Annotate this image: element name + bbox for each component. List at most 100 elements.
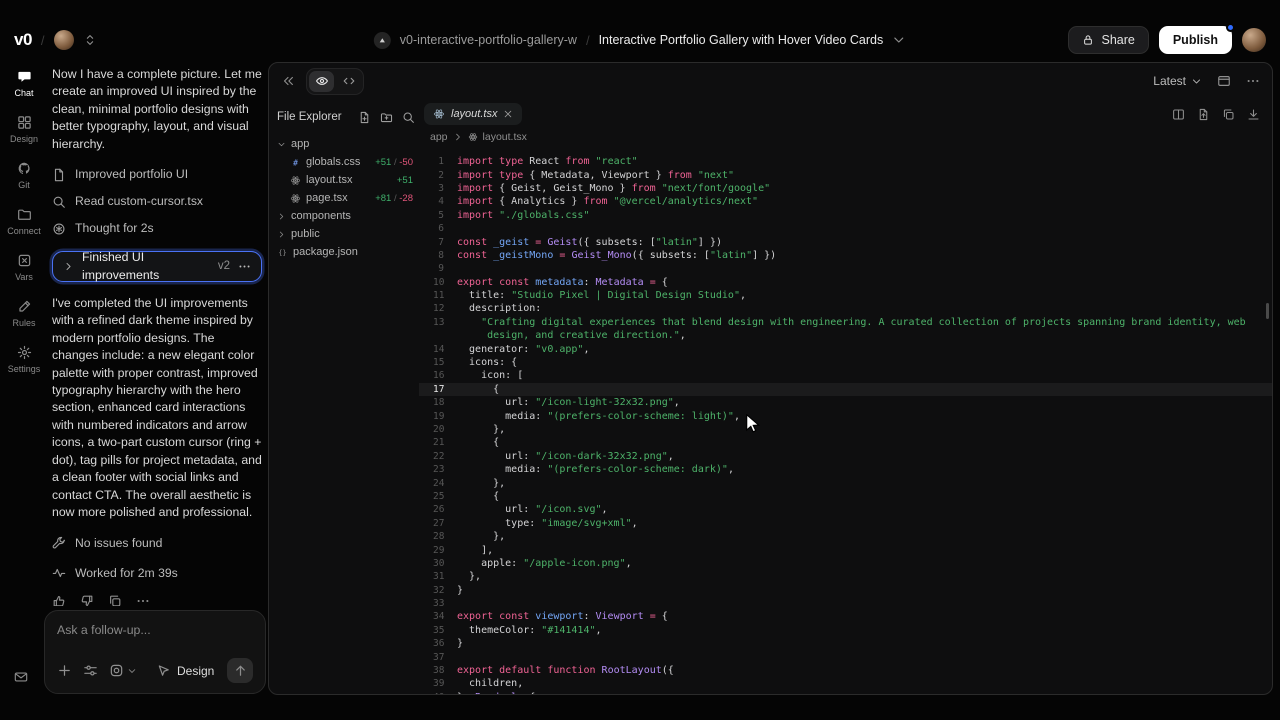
tree-item-package.json[interactable]: {}package.json <box>277 243 415 261</box>
v0-logo[interactable]: v0 <box>14 30 32 50</box>
tree-item-layout.tsx[interactable]: layout.tsx+51 <box>277 171 415 189</box>
issues-status[interactable]: No issues found <box>52 529 262 557</box>
code-line[interactable]: 10export const metadata: Metadata = { <box>419 276 1272 289</box>
code-line[interactable]: 22 url: "/icon-dark-32x32.png", <box>419 450 1272 463</box>
team-switcher-chevron-icon[interactable] <box>83 33 97 47</box>
code-line[interactable]: 16 icon: [ <box>419 369 1272 382</box>
project-name[interactable]: v0-interactive-portfolio-gallery-w <box>400 33 577 47</box>
tree-item-public[interactable]: public <box>277 225 415 243</box>
code-line[interactable]: 7const _geist = Geist({ subsets: ["latin… <box>419 235 1272 248</box>
chat-title-chevron-icon[interactable] <box>892 33 906 47</box>
code-line[interactable]: 40}: Readonly<{ <box>419 691 1272 694</box>
code-line[interactable]: 21 { <box>419 436 1272 449</box>
code-line[interactable]: 11 title: "Studio Pixel | Digital Design… <box>419 289 1272 302</box>
code-line[interactable]: 19 media: "(prefers-color-scheme: light)… <box>419 409 1272 422</box>
close-tab-icon[interactable] <box>503 109 513 119</box>
thumbs-up-button[interactable] <box>52 594 66 606</box>
code-line[interactable]: 20 }, <box>419 423 1272 436</box>
code-line[interactable]: 28 }, <box>419 530 1272 543</box>
tree-item-app[interactable]: app <box>277 135 415 153</box>
search-files-button[interactable] <box>402 111 415 124</box>
code-line[interactable]: 3import { Geist, Geist_Mono } from "next… <box>419 182 1272 195</box>
code-line[interactable]: 17 { <box>419 383 1272 396</box>
tool-step[interactable]: Thought for 2s <box>52 215 262 242</box>
code-line[interactable]: 8const _geistMono = Geist_Mono({ subsets… <box>419 249 1272 262</box>
code-line[interactable]: 15 icons: { <box>419 356 1272 369</box>
rail-item-design[interactable]: Design <box>0 106 48 152</box>
code-line[interactable]: 9 <box>419 262 1272 275</box>
attach-button[interactable] <box>57 663 72 678</box>
code-line[interactable]: 5import "./globals.css" <box>419 209 1272 222</box>
new-file-button[interactable] <box>358 111 371 124</box>
code-line[interactable]: 30 apple: "/apple-icon.png", <box>419 557 1272 570</box>
worked-status[interactable]: Worked for 2m 39s <box>52 559 262 587</box>
editor-scrollbar-thumb[interactable] <box>1266 303 1269 319</box>
version-card-more-icon[interactable] <box>238 260 251 273</box>
tab-layout-tsx[interactable]: layout.tsx <box>424 103 522 125</box>
tool-step[interactable]: Read custom-cursor.tsx <box>52 188 262 215</box>
version-card[interactable]: Finished UI improvements v2 <box>52 251 262 282</box>
rail-item-connect[interactable]: Connect <box>0 198 48 244</box>
code-line[interactable]: 12 description: <box>419 302 1272 315</box>
rail-item-rules[interactable]: Rules <box>0 290 48 336</box>
code-line[interactable]: 24 }, <box>419 476 1272 489</box>
version-selector[interactable]: Latest <box>1153 74 1202 88</box>
code-line[interactable]: 37 <box>419 650 1272 663</box>
code-line[interactable]: 4import { Analytics } from "@vercel/anal… <box>419 195 1272 208</box>
code-line[interactable]: 18 url: "/icon-light-32x32.png", <box>419 396 1272 409</box>
rail-item-chat[interactable]: Chat <box>0 60 48 106</box>
rail-item-settings[interactable]: Settings <box>0 336 48 382</box>
settings-sliders-button[interactable] <box>83 663 98 678</box>
publish-button[interactable]: Publish <box>1159 26 1232 54</box>
new-folder-button[interactable] <box>380 111 393 124</box>
split-editor-button[interactable] <box>1172 108 1185 121</box>
code-line[interactable]: 32} <box>419 584 1272 597</box>
collapse-panel-button[interactable] <box>281 74 295 88</box>
code-line[interactable]: 25 { <box>419 490 1272 503</box>
code-line[interactable]: 27 type: "image/svg+xml", <box>419 517 1272 530</box>
code-line[interactable]: 23 media: "(prefers-color-scheme: dark)"… <box>419 463 1272 476</box>
code-line[interactable]: 13 "Crafting digital experiences that bl… <box>419 316 1272 329</box>
tool-step[interactable]: Improved portfolio UI <box>52 161 262 188</box>
user-avatar[interactable] <box>1242 28 1266 52</box>
followup-input[interactable] <box>57 623 253 637</box>
download-button[interactable] <box>1247 108 1260 121</box>
breadcrumb-folder[interactable]: app <box>430 131 448 143</box>
chat-title[interactable]: Interactive Portfolio Gallery with Hover… <box>599 33 884 47</box>
theme-selector[interactable] <box>109 663 137 678</box>
editor-breadcrumb[interactable]: app layout.tsx <box>419 126 1272 147</box>
code-line[interactable]: design, and creative direction.", <box>419 329 1272 342</box>
breadcrumb-file[interactable]: layout.tsx <box>483 131 527 143</box>
code-line[interactable]: 38export default function RootLayout({ <box>419 664 1272 677</box>
mail-icon[interactable] <box>14 670 28 684</box>
thumbs-down-button[interactable] <box>80 594 94 606</box>
tree-item-page.tsx[interactable]: page.tsx+81 / -28 <box>277 189 415 207</box>
code-line[interactable]: 26 url: "/icon.svg", <box>419 503 1272 516</box>
more-actions-button[interactable] <box>136 594 150 606</box>
panel-more-button[interactable] <box>1246 74 1260 88</box>
send-button[interactable] <box>227 658 253 683</box>
code-line[interactable]: 1import type React from "react" <box>419 155 1272 168</box>
code-line[interactable]: 39 children, <box>419 677 1272 690</box>
code-line[interactable]: 6 <box>419 222 1272 235</box>
code-line[interactable]: 2import type { Metadata, Viewport } from… <box>419 168 1272 181</box>
code-line[interactable]: 14 generator: "v0.app", <box>419 342 1272 355</box>
code-area[interactable]: 1import type React from "react"2import t… <box>419 147 1272 694</box>
code-line[interactable]: 29 ], <box>419 543 1272 556</box>
code-line[interactable]: 36} <box>419 637 1272 650</box>
code-toggle-button[interactable] <box>336 71 361 92</box>
tree-item-globals.css[interactable]: #globals.css+51 / -50 <box>277 153 415 171</box>
export-file-button[interactable] <box>1197 108 1210 121</box>
rail-item-git[interactable]: Git <box>0 152 48 198</box>
open-in-browser-button[interactable] <box>1217 74 1231 88</box>
preview-toggle-button[interactable] <box>309 71 334 92</box>
code-line[interactable]: 33 <box>419 597 1272 610</box>
rail-item-vars[interactable]: Vars <box>0 244 48 290</box>
code-line[interactable]: 34export const viewport: Viewport = { <box>419 610 1272 623</box>
tree-item-components[interactable]: components <box>277 207 415 225</box>
copy-button[interactable] <box>108 594 122 606</box>
copy-code-button[interactable] <box>1222 108 1235 121</box>
design-mode-toggle[interactable]: Design <box>156 663 214 678</box>
share-button[interactable]: Share <box>1068 26 1148 54</box>
team-avatar[interactable] <box>54 30 74 50</box>
